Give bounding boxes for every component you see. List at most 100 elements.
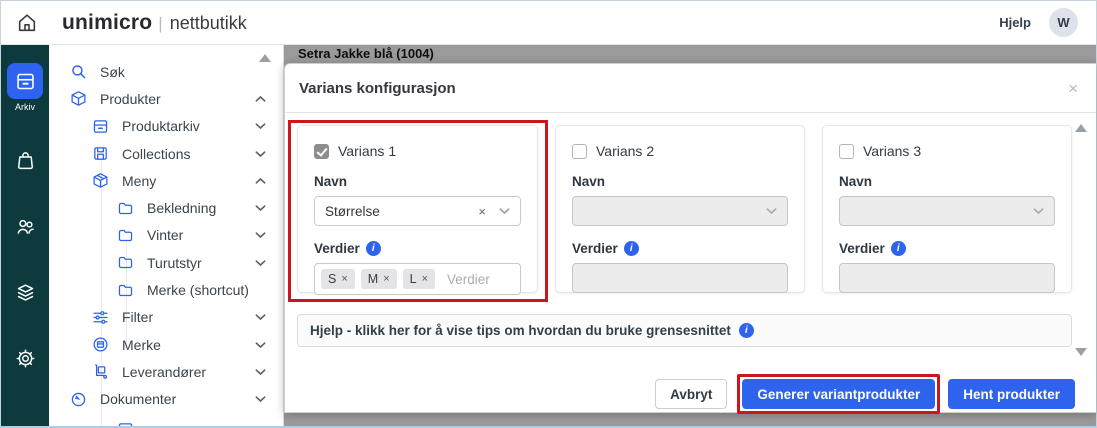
chevron-down-icon[interactable]: [255, 231, 266, 239]
variant-3-checkbox[interactable]: [839, 144, 854, 159]
sidebar-item-merke-shortcut[interactable]: Merke (shortcut): [49, 276, 283, 303]
modal-overlay-bottom: [284, 413, 1096, 426]
chevron-up-icon[interactable]: [255, 177, 266, 185]
navn-label: Navn: [314, 174, 521, 189]
chevron-down-icon[interactable]: [499, 207, 510, 215]
info-icon[interactable]: i: [891, 241, 906, 256]
save-icon: [91, 145, 109, 163]
users-icon: [7, 208, 43, 244]
value-chip[interactable]: M×: [361, 269, 397, 289]
value-chip[interactable]: S×: [321, 269, 355, 289]
rail-item-settings[interactable]: [1, 340, 49, 376]
close-icon[interactable]: ×: [1068, 80, 1078, 97]
brand-name: unimicro: [62, 11, 152, 35]
sidebar-nav: Søk Produkter Produktarkiv: [49, 45, 284, 426]
variant-config-modal: Varians konfigurasjon × Varians 1 Navn S…: [284, 63, 1096, 413]
verdier-label: Verdier: [572, 241, 618, 256]
remove-icon[interactable]: ×: [341, 273, 347, 285]
sidebar-item-label: Produktarkiv: [122, 118, 200, 134]
value-chip[interactable]: L×: [403, 269, 435, 289]
sidebar-item-merke[interactable]: Merke: [49, 331, 283, 358]
sidebar-item-bekledning[interactable]: Bekledning: [49, 194, 283, 221]
rail-item-layers[interactable]: [1, 274, 49, 310]
rail-item-arkiv[interactable]: Arkiv: [1, 63, 49, 112]
chevron-down-icon[interactable]: [255, 368, 266, 376]
variant-1-values-input[interactable]: S× M× L× Verdier: [314, 263, 521, 295]
avatar[interactable]: W: [1049, 8, 1078, 37]
sidebar-item-label: Vinter: [147, 227, 183, 243]
help-tips-text: Hjelp - klikk her for å vise tips om hvo…: [310, 323, 731, 338]
navn-label: Navn: [572, 174, 788, 189]
info-icon[interactable]: i: [366, 241, 381, 256]
info-icon[interactable]: i: [739, 323, 754, 338]
variant-1-checkbox[interactable]: [314, 144, 329, 159]
sidebar-item-clipped[interactable]: [117, 421, 134, 426]
chevron-down-icon[interactable]: [255, 395, 266, 403]
values-placeholder: Verdier: [447, 272, 490, 287]
cube-icon: [91, 172, 109, 190]
remove-icon[interactable]: ×: [383, 273, 389, 285]
sidebar-item-vinter[interactable]: Vinter: [49, 222, 283, 249]
top-bar: unimicro | nettbutikk Hjelp W: [1, 1, 1096, 45]
archive-icon: [91, 117, 109, 135]
sidebar-item-label: Merke (shortcut): [147, 282, 249, 298]
sidebar-item-label: Turutstyr: [147, 255, 202, 271]
sidebar-item-produkter[interactable]: Produkter: [49, 85, 283, 112]
sidebar-item-collections[interactable]: Collections: [49, 140, 283, 167]
folder-icon: [116, 199, 134, 217]
chevron-up-icon[interactable]: [255, 95, 266, 103]
sidebar-item-label: Produkter: [100, 91, 161, 107]
chevron-down-icon: [1033, 207, 1044, 215]
cancel-button[interactable]: Avbryt: [655, 379, 727, 409]
select-value: Størrelse: [325, 204, 380, 219]
verdier-label: Verdier: [314, 241, 360, 256]
modal-scroll-down-icon[interactable]: [1075, 348, 1087, 356]
variant-2-panel: Varians 2 Navn Verdier i: [555, 125, 805, 293]
verdier-label: Verdier: [839, 241, 885, 256]
sidebar-item-dokumenter[interactable]: Dokumenter: [49, 386, 283, 413]
generate-variants-button[interactable]: Generer variantprodukter: [742, 379, 935, 409]
chevron-down-icon[interactable]: [255, 259, 266, 267]
history-clock-icon: [69, 390, 87, 408]
sidebar-item-sok[interactable]: Søk: [49, 58, 283, 85]
variant-2-values-input: [572, 263, 788, 293]
sidebar-item-meny[interactable]: Meny: [49, 167, 283, 194]
sidebar-item-produktarkiv[interactable]: Produktarkiv: [49, 113, 283, 140]
brand-divider: |: [158, 14, 162, 34]
icon-rail: Arkiv: [1, 45, 49, 426]
chevron-down-icon[interactable]: [255, 341, 266, 349]
variant-2-name-select: [572, 196, 788, 226]
folder-icon: [116, 226, 134, 244]
variant-3-name-select: [839, 196, 1055, 226]
brand-logo[interactable]: unimicro | nettbutikk: [62, 11, 247, 35]
sidebar-item-turutstyr[interactable]: Turutstyr: [49, 249, 283, 276]
rail-item-users[interactable]: [1, 208, 49, 244]
sidebar-item-filter[interactable]: Filter: [49, 304, 283, 331]
chevron-down-icon[interactable]: [255, 313, 266, 321]
modal-scroll-up-icon[interactable]: [1075, 124, 1087, 132]
remove-icon[interactable]: ×: [422, 273, 428, 285]
chevron-down-icon[interactable]: [255, 122, 266, 130]
chevron-down-icon[interactable]: [255, 204, 266, 212]
chevron-down-icon[interactable]: [255, 150, 266, 158]
rail-item-label: Arkiv: [15, 102, 35, 112]
help-link[interactable]: Hjelp: [999, 15, 1031, 30]
cube-icon: [69, 90, 87, 108]
sidebar-item-label: Bekledning: [147, 200, 216, 216]
help-tips-bar[interactable]: Hjelp - klikk her for å vise tips om hvo…: [297, 314, 1072, 347]
home-icon[interactable]: [14, 10, 40, 36]
layers-icon: [7, 274, 43, 310]
variant-1-name-select[interactable]: Størrelse ×: [314, 196, 521, 226]
variant-2-checkbox[interactable]: [572, 144, 587, 159]
sidebar-item-label: Filter: [122, 309, 153, 325]
info-icon[interactable]: i: [624, 241, 639, 256]
hand-truck-icon: [91, 363, 109, 381]
shopping-bag-icon: [7, 142, 43, 178]
sidebar-item-label: Dokumenter: [100, 391, 176, 407]
sidebar-item-leverandorer[interactable]: Leverandører: [49, 358, 283, 385]
fetch-products-button[interactable]: Hent produkter: [948, 379, 1075, 409]
gear-icon: [7, 340, 43, 376]
clear-icon[interactable]: ×: [478, 204, 486, 219]
variant-3-label: Varians 3: [863, 143, 921, 159]
rail-item-shop[interactable]: [1, 142, 49, 178]
